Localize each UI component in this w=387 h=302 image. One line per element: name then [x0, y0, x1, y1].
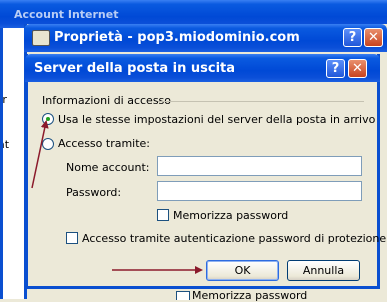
ok-button[interactable]: OK	[206, 260, 279, 281]
group-separator	[158, 101, 364, 102]
properties-close-button[interactable]: ✕	[364, 28, 383, 47]
group-label: Informazioni di accesso	[42, 94, 172, 107]
properties-window-icon	[32, 30, 50, 46]
radio-same-settings-label[interactable]: Usa le stesse impostazioni del server de…	[58, 113, 375, 126]
password-input[interactable]	[157, 181, 362, 201]
dialog-title: Server della posta in uscita	[34, 61, 236, 76]
account-name-input[interactable]	[157, 156, 362, 176]
spa-checkbox[interactable]	[66, 232, 78, 244]
account-name-label: Nome account:	[66, 161, 150, 174]
spa-label[interactable]: Accesso tramite autenticazione password …	[82, 232, 386, 245]
background-window-title: Account Internet	[14, 8, 119, 21]
remember-password-label[interactable]: Memorizza password	[173, 209, 288, 222]
properties-underlying-label: Memorizza password	[192, 289, 308, 302]
background-window-body	[0, 28, 26, 299]
remember-password-checkbox[interactable]	[157, 209, 169, 221]
dialog-close-button[interactable]: ✕	[348, 59, 367, 78]
dialog-help-button[interactable]: ?	[326, 59, 345, 78]
cancel-button[interactable]: Annulla	[287, 260, 360, 281]
radio-selected-dot	[46, 117, 50, 121]
password-label: Password:	[66, 186, 122, 199]
properties-help-button[interactable]: ?	[343, 28, 362, 47]
radio-login-with-label[interactable]: Accesso tramite:	[58, 137, 150, 150]
background-window-edge	[0, 28, 3, 299]
properties-titlebar[interactable]: Proprietà - pop3.miodominio.com	[24, 24, 387, 52]
properties-window-title: Proprietà - pop3.miodominio.com	[54, 30, 300, 45]
radio-login-with[interactable]	[42, 138, 54, 150]
radio-same-settings[interactable]	[42, 113, 54, 125]
